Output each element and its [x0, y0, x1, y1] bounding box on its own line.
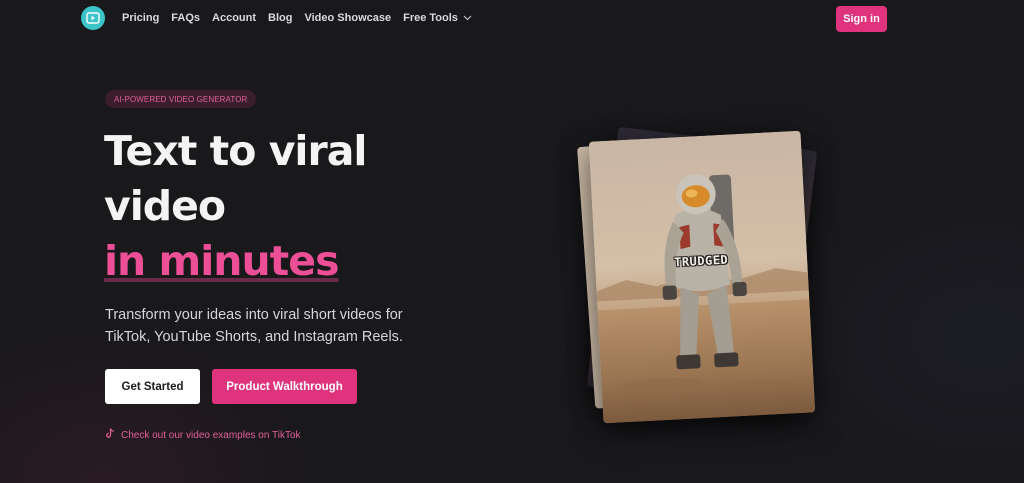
- nav-link-faqs[interactable]: FAQs: [171, 12, 200, 24]
- nav-link-account[interactable]: Account: [212, 12, 256, 24]
- video-preview-stack: TRUDGED: [577, 126, 818, 438]
- top-nav: Pricing FAQs Account Blog Video Showcase…: [0, 0, 1024, 36]
- tiktok-icon: [105, 428, 115, 442]
- nav-links: Pricing FAQs Account Blog Video Showcase…: [122, 0, 484, 36]
- tiktok-link-label: Check out our video examples on TikTok: [121, 429, 301, 441]
- signin-button[interactable]: Sign in: [836, 6, 887, 32]
- hero-subtitle: Transform your ideas into viral short vi…: [105, 307, 403, 345]
- nav-dropdown-free-tools[interactable]: Free Tools: [403, 12, 472, 24]
- video-caption: TRUDGED: [673, 252, 729, 270]
- nav-link-video-showcase[interactable]: Video Showcase: [304, 12, 391, 24]
- nav-link-free-tools-label: Free Tools: [403, 12, 458, 24]
- hero-headline: Text to viral video in minutes: [104, 124, 367, 289]
- nav-link-pricing[interactable]: Pricing: [122, 12, 159, 24]
- preview-card-front[interactable]: TRUDGED: [588, 130, 816, 424]
- product-walkthrough-button[interactable]: Product Walkthrough: [212, 369, 357, 404]
- headline-highlight: in minutes: [104, 237, 339, 285]
- chevron-down-icon: [463, 12, 472, 24]
- nav-link-blog[interactable]: Blog: [268, 12, 292, 24]
- play-logo-icon[interactable]: [81, 6, 105, 30]
- get-started-button[interactable]: Get Started: [105, 369, 200, 404]
- tiktok-examples-link[interactable]: Check out our video examples on TikTok: [105, 428, 301, 442]
- headline-line-1: Text to viral: [104, 127, 367, 175]
- astronaut-image: [596, 174, 809, 391]
- hero-badge: AI-POWERED VIDEO GENERATOR: [105, 90, 257, 108]
- headline-line-2: video: [104, 182, 226, 230]
